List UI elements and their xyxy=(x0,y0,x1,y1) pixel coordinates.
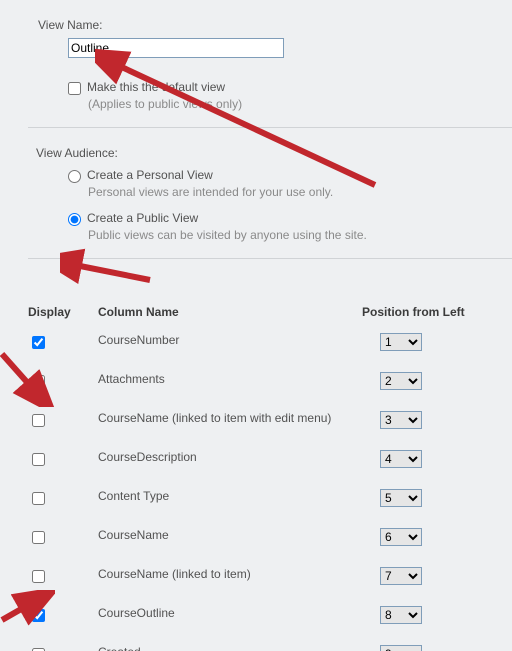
personal-view-radio[interactable] xyxy=(68,170,81,183)
section-audience: View Audience: Create a Personal View Pe… xyxy=(28,127,512,258)
display-checkbox[interactable] xyxy=(32,375,45,388)
position-select[interactable]: 7 xyxy=(380,567,422,585)
column-name-label: CourseName xyxy=(98,528,362,543)
default-view-label: Make this the default view xyxy=(87,80,225,94)
public-view-label: Create a Public View xyxy=(87,211,198,225)
personal-view-label: Create a Personal View xyxy=(87,168,213,182)
position-select[interactable]: 1 xyxy=(380,333,422,351)
hdr-column-name: Column Name xyxy=(98,305,362,319)
table-row: Created 9 xyxy=(28,639,512,651)
column-name-label: Created xyxy=(98,645,362,651)
public-view-note: Public views can be visited by anyone us… xyxy=(88,228,512,242)
hdr-position: Position from Left xyxy=(362,305,512,319)
hdr-display: Display xyxy=(28,305,98,319)
table-row: CourseName 6 xyxy=(28,522,512,553)
public-view-radio[interactable] xyxy=(68,213,81,226)
column-name-label: CourseName (linked to item) xyxy=(98,567,362,582)
column-name-label: CourseDescription xyxy=(98,450,362,465)
display-checkbox[interactable] xyxy=(32,531,45,544)
audience-label: View Audience: xyxy=(36,146,512,160)
position-select[interactable]: 5 xyxy=(380,489,422,507)
display-checkbox[interactable] xyxy=(32,492,45,505)
default-view-note: (Applies to public views only) xyxy=(88,97,512,111)
position-select[interactable]: 6 xyxy=(380,528,422,546)
columns-rows: CourseNumber 1 Attachments 2 CourseName (lin… xyxy=(28,327,512,651)
table-row: CourseName (linked to item) 7 xyxy=(28,561,512,592)
column-name-label: Attachments xyxy=(98,372,362,387)
position-select[interactable]: 9 xyxy=(380,645,422,651)
table-row: CourseNumber 1 xyxy=(28,327,512,358)
column-name-label: CourseOutline xyxy=(98,606,362,621)
column-name-label: CourseName (linked to item with edit men… xyxy=(98,411,362,426)
display-checkbox[interactable] xyxy=(32,336,45,349)
display-checkbox[interactable] xyxy=(32,570,45,583)
table-row: Content Type 5 xyxy=(28,483,512,514)
table-row: Attachments 2 xyxy=(28,366,512,397)
section-columns: Display Column Name Position from Left C… xyxy=(28,258,512,651)
display-checkbox[interactable] xyxy=(32,414,45,427)
view-name-input[interactable] xyxy=(68,38,284,58)
position-select[interactable]: 4 xyxy=(380,450,422,468)
display-checkbox[interactable] xyxy=(32,453,45,466)
display-checkbox[interactable] xyxy=(32,609,45,622)
view-name-label: View Name: xyxy=(38,18,512,32)
position-select[interactable]: 2 xyxy=(380,372,422,390)
section-view-name: View Name: Make this the default view (A… xyxy=(28,18,512,127)
default-view-checkbox[interactable] xyxy=(68,82,81,95)
table-row: CourseName (linked to item with edit men… xyxy=(28,405,512,436)
columns-header: Display Column Name Position from Left xyxy=(28,305,512,319)
personal-view-note: Personal views are intended for your use… xyxy=(88,185,512,199)
table-row: CourseOutline 8 xyxy=(28,600,512,631)
column-name-label: Content Type xyxy=(98,489,362,504)
position-select[interactable]: 3 xyxy=(380,411,422,429)
column-name-label: CourseNumber xyxy=(98,333,362,348)
table-row: CourseDescription 4 xyxy=(28,444,512,475)
position-select[interactable]: 8 xyxy=(380,606,422,624)
